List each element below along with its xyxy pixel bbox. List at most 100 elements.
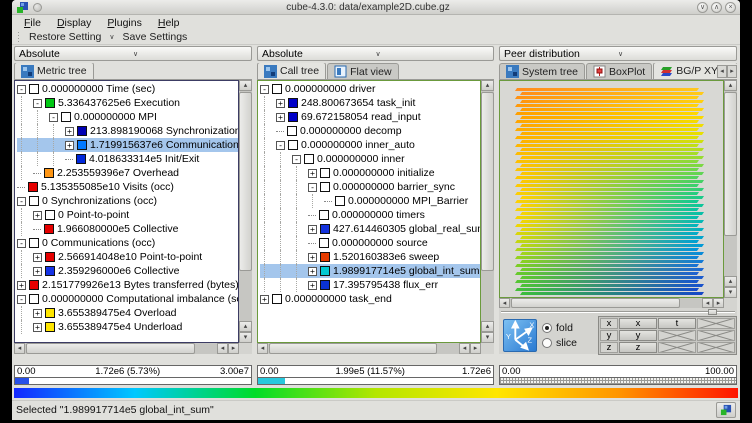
- close-button[interactable]: ×: [725, 2, 736, 13]
- call-vscrollbar[interactable]: ▴ ▴ ▾: [481, 80, 494, 343]
- tab-call-tree[interactable]: Call tree: [257, 63, 326, 79]
- collapse-toggle-icon[interactable]: -: [49, 113, 58, 122]
- tab-flat-view[interactable]: Flat view: [327, 63, 398, 79]
- tree-row[interactable]: 2.253559396e7 Overhead: [17, 166, 238, 180]
- scroll-up-icon[interactable]: ▴: [239, 321, 252, 332]
- menu-plugins[interactable]: Plugins: [99, 17, 149, 29]
- tree-row[interactable]: -0 Communications (occ): [17, 236, 238, 250]
- tree-row[interactable]: +2.359296000e6 Collective: [17, 264, 238, 278]
- tree-row[interactable]: +427.614460305 global_real_sum: [260, 222, 480, 236]
- tree-row[interactable]: +0.000000000 initialize: [260, 166, 480, 180]
- scroll-up-icon[interactable]: ▴: [724, 80, 737, 91]
- tree-row[interactable]: 0.000000000 decomp: [260, 124, 480, 138]
- collapse-toggle-icon[interactable]: -: [308, 183, 317, 192]
- scroll-right-icon[interactable]: ▸: [228, 343, 239, 354]
- scroll-handle[interactable]: [239, 92, 252, 271]
- tree-row[interactable]: -0.000000000 MPI: [17, 110, 238, 124]
- collapse-toggle-icon[interactable]: -: [17, 295, 26, 304]
- tree-row[interactable]: +0.000000000 task_end: [260, 292, 480, 306]
- tree-row[interactable]: 4.018633314e5 Init/Exit: [17, 152, 238, 166]
- collapse-toggle-icon[interactable]: -: [260, 85, 269, 94]
- collapse-toggle-icon[interactable]: -: [292, 155, 301, 164]
- tree-row[interactable]: +0 Point-to-point: [17, 208, 238, 222]
- tab-scroll-right-icon[interactable]: ▸: [727, 65, 737, 78]
- restore-setting-dropdown-icon[interactable]: ∨: [105, 33, 118, 41]
- metric-value-mode-select[interactable]: Absolute ∨: [14, 46, 252, 61]
- toolbar-drag-handle[interactable]: [16, 32, 21, 43]
- tree-row[interactable]: +3.655389475e4 Overload: [17, 306, 238, 320]
- tree-row[interactable]: +248.800673654 task_init: [260, 96, 480, 110]
- scroll-handle[interactable]: [269, 343, 437, 354]
- expand-toggle-icon[interactable]: +: [33, 309, 42, 318]
- collapse-toggle-icon[interactable]: -: [17, 85, 26, 94]
- expand-toggle-icon[interactable]: +: [65, 127, 74, 136]
- topology-display[interactable]: [499, 80, 724, 298]
- titlebar-pin-button[interactable]: [33, 3, 42, 12]
- scroll-handle[interactable]: [724, 92, 737, 236]
- tree-row[interactable]: 0.000000000 timers: [260, 208, 480, 222]
- slider-handle[interactable]: [708, 309, 717, 315]
- scroll-handle[interactable]: [26, 343, 195, 354]
- metric-hscrollbar[interactable]: ◂ ◂ ▸: [14, 343, 239, 354]
- scroll-down-icon[interactable]: ▾: [239, 332, 252, 343]
- expand-toggle-icon[interactable]: +: [276, 99, 285, 108]
- collapse-toggle-icon[interactable]: -: [276, 141, 285, 150]
- tree-row[interactable]: +1.719915637e6 Communication: [17, 138, 238, 152]
- scroll-up-icon[interactable]: ▴: [239, 80, 252, 91]
- tree-row[interactable]: +1.520160383e6 sweep: [260, 250, 480, 264]
- menu-file[interactable]: File: [16, 17, 49, 29]
- tree-row[interactable]: -5.336437625e6 Execution: [17, 96, 238, 110]
- expand-toggle-icon[interactable]: +: [17, 281, 26, 290]
- system-value-mode-select[interactable]: Peer distribution ∨: [499, 46, 737, 61]
- expand-toggle-icon[interactable]: +: [33, 253, 42, 262]
- save-settings-button[interactable]: Save Settings: [119, 31, 192, 43]
- scroll-up-icon[interactable]: ▴: [481, 80, 494, 91]
- scroll-down-icon[interactable]: ▾: [481, 332, 494, 343]
- cube-info-button[interactable]: [716, 402, 736, 418]
- tab-boxplot[interactable]: BoxPlot: [586, 63, 652, 79]
- expand-toggle-icon[interactable]: +: [276, 113, 285, 122]
- tree-row[interactable]: 1.966080000e5 Collective: [17, 222, 238, 236]
- scroll-left-icon[interactable]: ◂: [702, 298, 713, 308]
- tree-row[interactable]: -0.000000000 inner: [260, 152, 480, 166]
- tree-row[interactable]: -0.000000000 inner_auto: [260, 138, 480, 152]
- tree-row[interactable]: +2.151779926e13 Bytes transferred (bytes…: [17, 278, 238, 292]
- scroll-down-icon[interactable]: ▾: [724, 287, 737, 298]
- collapse-toggle-icon[interactable]: -: [17, 197, 26, 206]
- maximize-button[interactable]: ∧: [711, 2, 722, 13]
- tree-row[interactable]: 5.135355085e10 Visits (occ): [17, 180, 238, 194]
- scroll-right-icon[interactable]: ▸: [470, 343, 481, 354]
- tree-row[interactable]: +69.672158054 read_input: [260, 110, 480, 124]
- fold-radio[interactable]: [542, 323, 552, 333]
- tree-row[interactable]: +1.989917714e5 global_int_sum: [260, 264, 480, 278]
- expand-toggle-icon[interactable]: +: [65, 141, 74, 150]
- expand-toggle-icon[interactable]: +: [308, 253, 317, 262]
- expand-toggle-icon[interactable]: +: [308, 225, 317, 234]
- tree-row[interactable]: -0.000000000 Computational imbalance (se…: [17, 292, 238, 306]
- tab-scroll-left-icon[interactable]: ◂: [717, 65, 727, 78]
- tree-row[interactable]: -0.000000000 driver: [260, 82, 480, 96]
- metric-vscrollbar[interactable]: ▴ ▴ ▾: [239, 80, 252, 343]
- expand-toggle-icon[interactable]: +: [33, 323, 42, 332]
- restore-setting-button[interactable]: Restore Setting: [25, 31, 105, 43]
- scroll-up-icon[interactable]: ▴: [724, 276, 737, 287]
- call-hscrollbar[interactable]: ◂ ◂ ▸: [257, 343, 481, 354]
- dim-button-t[interactable]: t: [658, 318, 696, 329]
- tree-row[interactable]: 0.000000000 source: [260, 236, 480, 250]
- scroll-left-icon[interactable]: ◂: [217, 343, 228, 354]
- menu-help[interactable]: Help: [150, 17, 188, 29]
- scroll-left-icon[interactable]: ◂: [499, 298, 510, 308]
- slice-radio[interactable]: [542, 338, 552, 348]
- tree-row[interactable]: 0.000000000 MPI_Barrier: [260, 194, 480, 208]
- scroll-left-icon[interactable]: ◂: [459, 343, 470, 354]
- tree-row[interactable]: -0.000000000 Time (sec): [17, 82, 238, 96]
- system-vscrollbar[interactable]: ▴ ▴ ▾: [724, 80, 737, 298]
- zoom-slider[interactable]: [499, 308, 737, 316]
- expand-toggle-icon[interactable]: +: [33, 211, 42, 220]
- scroll-left-icon[interactable]: ◂: [14, 343, 25, 354]
- expand-toggle-icon[interactable]: +: [308, 267, 317, 276]
- dim-button-y[interactable]: y: [619, 330, 657, 341]
- scroll-handle[interactable]: [511, 298, 680, 308]
- menu-display[interactable]: Display: [49, 17, 99, 29]
- call-value-mode-select[interactable]: Absolute ∨: [257, 46, 494, 61]
